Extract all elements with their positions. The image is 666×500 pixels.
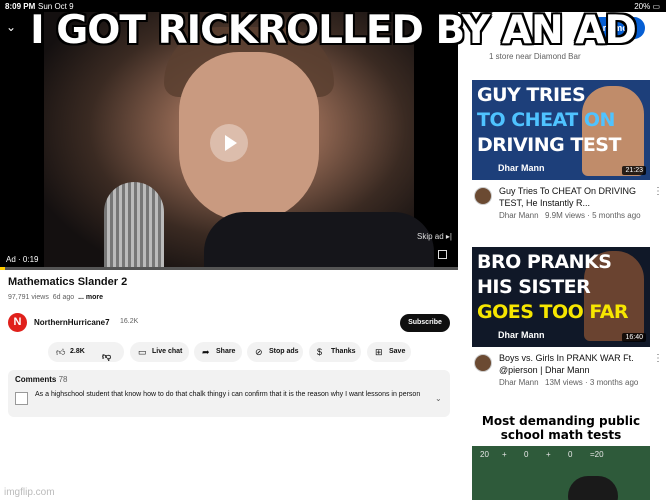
board-text: + xyxy=(546,450,551,459)
video-meta: 97,791 views 6d ago ... more xyxy=(8,294,103,301)
comments-panel[interactable]: Comments 78 As a highschool student that… xyxy=(8,370,450,417)
rec-stats: 13M views · 3 months ago xyxy=(545,378,639,387)
teacher-silhouette xyxy=(568,476,618,500)
thumb-line: TO CHEAT ON xyxy=(477,109,615,131)
subscriber-count: 16.2K xyxy=(120,318,139,325)
top-comment: As a highschool student that know how to… xyxy=(35,391,421,398)
expand-icon[interactable]: ⌄ xyxy=(435,394,442,403)
share-label: Share xyxy=(216,348,236,355)
comments-count: 78 xyxy=(58,375,68,384)
share-icon: ➦ xyxy=(202,347,210,357)
thumb-person-name: Dhar Mann xyxy=(498,330,545,340)
thumb-line: Most demanding public xyxy=(481,414,641,428)
rec-thumbnail-1[interactable]: GUY TRIES TO CHEAT ON DRIVING TEST Dhar … xyxy=(472,80,650,180)
commenter-avatar xyxy=(15,392,28,405)
watermark: imgflip.com xyxy=(4,487,55,498)
singer-suit xyxy=(204,212,434,270)
more-link[interactable]: ... more xyxy=(78,294,103,301)
rec-thumbnail-3[interactable]: Most demanding public school math tests … xyxy=(472,414,650,500)
thumb-line: school math tests xyxy=(500,428,622,442)
thanks-icon: $ xyxy=(317,347,323,357)
rec-title[interactable]: Guy Tries To CHEAT On DRIVING TEST, He I… xyxy=(499,185,649,209)
person-photo xyxy=(582,86,644,176)
play-button[interactable] xyxy=(210,124,248,162)
channel-avatar[interactable]: N xyxy=(8,313,27,332)
progress-bar[interactable] xyxy=(0,267,458,270)
upload-age: 6d ago xyxy=(52,294,75,301)
fullscreen-icon[interactable] xyxy=(438,250,447,259)
singer-face xyxy=(179,52,319,222)
board-text: 0 xyxy=(524,450,529,459)
subscribe-button[interactable]: Subscribe xyxy=(400,314,450,332)
microphone xyxy=(104,182,164,270)
save-icon: ⊞ xyxy=(375,347,383,357)
chat-icon: ▭ xyxy=(138,347,147,357)
board-text: + xyxy=(502,450,507,459)
save-label: Save xyxy=(389,348,406,355)
channel-name[interactable]: NorthernHurricane7 xyxy=(34,318,110,327)
block-icon: ⊘ xyxy=(255,347,263,357)
comments-header: Comments 78 xyxy=(15,375,67,384)
stop-ads-label: Stop ads xyxy=(269,348,299,355)
channel-avatar[interactable] xyxy=(474,187,492,205)
channel-avatar[interactable] xyxy=(474,354,492,372)
share-button[interactable]: ➦ Share xyxy=(194,342,242,362)
ad-store-text: 1 store near Diamond Bar xyxy=(489,52,581,61)
like-button[interactable]: 👍︎ 2.8K 👎︎ xyxy=(48,342,124,362)
comments-label: Comments xyxy=(15,375,57,384)
duration-badge: 21:23 xyxy=(622,166,646,175)
thumbs-up-icon: 👍︎ xyxy=(56,347,66,357)
rec-title[interactable]: Boys vs. Girls In PRANK WAR Ft. @pierson… xyxy=(499,352,649,376)
board-text: =20 xyxy=(590,450,604,459)
thumbs-down-icon[interactable]: 👎︎ xyxy=(102,346,111,366)
thumb-line: HIS SISTER xyxy=(477,276,591,298)
more-vert-icon[interactable]: ⋮ xyxy=(653,186,663,197)
thumb-line: GUY TRIES xyxy=(477,84,586,106)
chalkboard: 20 + 0 + 0 =20 xyxy=(472,446,650,500)
progress-fill xyxy=(0,267,6,270)
board-text: 0 xyxy=(568,450,573,459)
thumb-line: GOES TOO FAR xyxy=(477,301,629,323)
thumb-line: DRIVING TEST xyxy=(477,134,621,156)
view-count: 97,791 views xyxy=(8,294,49,301)
save-button[interactable]: ⊞ Save xyxy=(367,342,411,362)
thanks-label: Thanks xyxy=(331,348,356,355)
board-text: 20 xyxy=(480,450,489,459)
skip-ad-label: Skip ad xyxy=(417,232,444,241)
thumb-line: BRO PRANKS xyxy=(477,251,612,273)
live-chat-label: Live chat xyxy=(152,348,183,355)
like-count: 2.8K xyxy=(70,348,85,355)
duration-badge: 16:40 xyxy=(622,333,646,342)
meme-caption: I GOT RICKROLLED BY AN AD xyxy=(30,8,637,53)
rec-thumbnail-2[interactable]: BRO PRANKS HIS SISTER GOES TOO FAR Dhar … xyxy=(472,247,650,347)
skip-ad-button[interactable]: Skip ad ▸| xyxy=(417,232,452,241)
stop-ads-button[interactable]: ⊘ Stop ads xyxy=(247,342,303,362)
live-chat-button[interactable]: ▭ Live chat xyxy=(130,342,189,362)
ad-countdown: Ad · 0:19 xyxy=(6,255,39,264)
more-vert-icon[interactable]: ⋮ xyxy=(653,353,663,364)
video-title: Mathematics Slander 2 xyxy=(8,276,128,288)
rec-stats: 9.9M views · 5 months ago xyxy=(545,211,641,220)
thumb-person-name: Dhar Mann xyxy=(498,163,545,173)
thanks-button[interactable]: $ Thanks xyxy=(309,342,361,362)
